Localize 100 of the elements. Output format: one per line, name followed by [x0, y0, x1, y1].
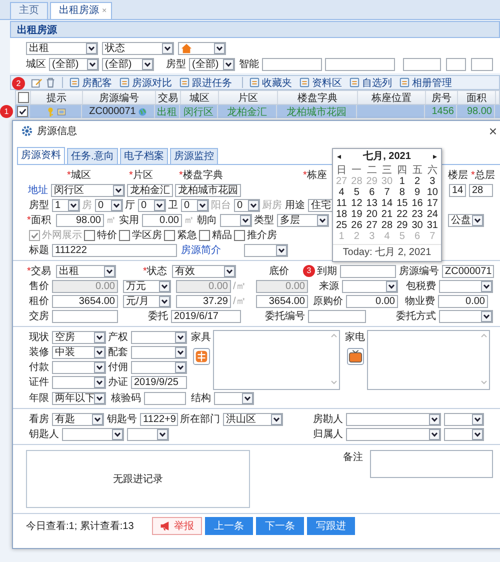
input-field[interactable] [471, 58, 493, 70]
calendar-day[interactable]: 3 [424, 176, 440, 187]
input-field[interactable]: 龙柏金汇 [127, 184, 173, 196]
calendar-day[interactable]: 2 [410, 176, 425, 187]
input-field[interactable]: 2019/9/25 [131, 376, 187, 388]
calendar-day[interactable]: 19 [349, 209, 364, 220]
column-header[interactable]: 房源编号 [83, 91, 156, 104]
calendar-day[interactable]: 16 [410, 198, 425, 209]
input-field[interactable] [340, 264, 396, 278]
dropdown[interactable]: 洪山区 [223, 412, 283, 426]
dropdown[interactable]: 空房 [52, 330, 106, 344]
column-header[interactable]: 栋座位置 [358, 91, 426, 104]
text-area[interactable] [213, 330, 340, 390]
report-button[interactable]: 举报 [152, 517, 202, 535]
calendar-day[interactable]: 25 [334, 220, 350, 231]
tab[interactable]: 房源资料 [17, 147, 65, 164]
calendar-day[interactable]: 29 [394, 220, 410, 231]
input-field[interactable]: 0.00 [438, 294, 488, 308]
tv-icon[interactable] [346, 348, 364, 365]
input-field[interactable]: ZC000071 [442, 264, 494, 278]
dropdown[interactable]: 出租 [56, 264, 116, 278]
calendar-day[interactable]: 21 [379, 209, 395, 220]
checkbox[interactable] [16, 106, 28, 117]
column-header[interactable]: 交易 [156, 91, 181, 104]
input-field[interactable]: 0.00 [346, 294, 398, 308]
calendar-day[interactable]: 4 [334, 187, 350, 198]
nav-button[interactable]: 上一条 [204, 517, 253, 535]
input-field[interactable]: 28 [469, 184, 493, 196]
calendar-day[interactable]: 24 [424, 209, 440, 220]
tab[interactable]: 房源监控 [170, 148, 218, 164]
dropdown[interactable]: (全部) [49, 58, 99, 70]
text-area[interactable] [370, 450, 493, 478]
calendar-day[interactable]: 17 [424, 198, 440, 209]
calendar-day[interactable]: 1 [394, 176, 410, 187]
today-link[interactable]: Today: 七月 2, 2021 [333, 244, 441, 259]
dropdown[interactable]: (全部) [102, 58, 154, 70]
input-field[interactable] [144, 392, 186, 404]
calendar-day[interactable]: 12 [349, 198, 364, 209]
calendar-day[interactable]: 15 [394, 198, 410, 209]
input-field[interactable]: 0.00 [142, 214, 182, 226]
toolbar-button[interactable]: 资料区 [299, 76, 342, 90]
input-field[interactable] [262, 58, 322, 70]
pencil-icon[interactable] [31, 77, 42, 88]
checkbox[interactable] [234, 230, 245, 240]
dropdown[interactable]: 0 [181, 198, 209, 212]
calendar-day[interactable]: 30 [410, 220, 425, 231]
input-field[interactable]: 3654.00 [52, 294, 118, 308]
calendar-day[interactable]: 23 [410, 209, 425, 220]
calendar-day[interactable]: 28 [379, 220, 395, 231]
checkbox[interactable] [164, 230, 175, 240]
calendar-day[interactable]: 18 [334, 209, 350, 220]
checkbox[interactable] [199, 230, 210, 240]
dropdown[interactable] [444, 428, 484, 440]
input-field[interactable]: 111222 [52, 244, 177, 256]
calendar-day[interactable]: 7 [379, 187, 395, 198]
toolbar-button[interactable]: 房配客 [69, 76, 112, 90]
nav-button[interactable]: 下一条 [256, 517, 304, 535]
dropdown[interactable]: 元/月 [123, 294, 171, 308]
input-field[interactable] [403, 58, 441, 70]
input-field[interactable] [325, 58, 395, 70]
calendar-day[interactable]: 14 [379, 198, 395, 209]
tab[interactable]: 电子档案 [120, 148, 168, 164]
calendar-day[interactable]: 8 [394, 187, 410, 198]
page-tab[interactable]: 出租房源 × [50, 2, 112, 19]
next-month-button[interactable]: ▸ [433, 151, 437, 163]
calendar-day[interactable]: 10 [424, 187, 440, 198]
calendar-day[interactable]: 22 [394, 209, 410, 220]
calendar-day[interactable]: 9 [410, 187, 425, 198]
calendar-day[interactable]: 31 [424, 220, 440, 231]
input-field[interactable]: 98.00 [56, 214, 104, 226]
dropdown[interactable]: 公盘 [448, 214, 484, 226]
column-header[interactable]: 楼盘字典 [278, 91, 358, 104]
dropdown[interactable] [214, 392, 254, 404]
dropdown[interactable]: 0 [95, 198, 123, 212]
calendar-day[interactable]: 20 [364, 209, 380, 220]
dropdown[interactable] [444, 412, 484, 426]
dropdown[interactable]: 状态 [102, 42, 174, 54]
input-field[interactable] [446, 58, 466, 70]
page-tab[interactable]: 主页 [10, 2, 48, 19]
column-header[interactable]: 房号 [426, 91, 458, 104]
scrollbar[interactable] [330, 332, 338, 386]
dropdown[interactable]: 1 [52, 198, 80, 212]
input-field[interactable]: 37.29 [176, 294, 231, 308]
trash-icon[interactable] [45, 77, 56, 88]
calendar-day[interactable]: 27 [364, 220, 380, 231]
column-header[interactable]: 城区 [181, 91, 219, 104]
link[interactable]: 地址 [28, 183, 49, 197]
input-field[interactable]: 14 [449, 184, 466, 196]
column-header[interactable]: 提示 [31, 91, 83, 104]
dropdown[interactable]: 闵行区 [51, 184, 125, 196]
calendar-day[interactable]: 6 [364, 187, 380, 198]
dropdown[interactable]: 万元 [123, 280, 171, 292]
tab[interactable]: 任务.意向 [67, 148, 118, 164]
calendar-day[interactable]: 13 [364, 198, 380, 209]
close-icon[interactable]: × [488, 123, 497, 139]
checkbox[interactable] [18, 92, 28, 103]
checkbox[interactable] [84, 230, 95, 240]
calendar-day[interactable]: 5 [349, 187, 364, 198]
scrollbar[interactable] [480, 332, 488, 386]
calendar-day[interactable]: 11 [334, 198, 350, 209]
